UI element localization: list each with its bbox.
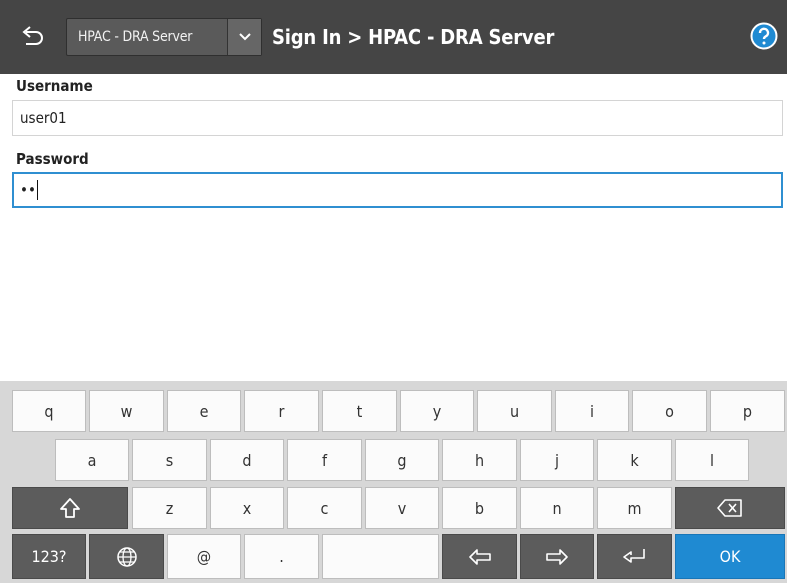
password-value: •• [20, 181, 36, 199]
key-period[interactable]: . [244, 534, 319, 579]
key-f[interactable]: f [287, 439, 362, 481]
key-o[interactable]: o [632, 390, 707, 432]
space-key[interactable] [322, 534, 439, 579]
key-x[interactable]: x [210, 487, 284, 529]
key-u[interactable]: u [477, 390, 552, 432]
username-label: Username [16, 77, 93, 95]
back-button[interactable] [12, 18, 54, 56]
key-c[interactable]: c [287, 487, 362, 529]
key-i[interactable]: i [555, 390, 629, 432]
key-r[interactable]: r [244, 390, 319, 432]
help-icon [750, 22, 778, 50]
key-e[interactable]: e [167, 390, 241, 432]
ok-button[interactable]: OK [675, 534, 785, 579]
key-g[interactable]: g [365, 439, 439, 481]
enter-icon [622, 548, 645, 563]
top-bar: HPAC - DRA Server Sign In > HPAC - DRA S… [0, 0, 787, 74]
username-field[interactable]: user01 [12, 100, 783, 136]
server-select-value: HPAC - DRA Server [78, 29, 193, 45]
right-arrow-icon [546, 548, 568, 565]
key-d[interactable]: d [210, 439, 284, 481]
cursor-left-key[interactable] [442, 534, 517, 579]
page-title: Sign In > HPAC - DRA Server [272, 25, 555, 49]
globe-icon [116, 546, 137, 567]
back-icon [22, 26, 43, 45]
left-arrow-icon [468, 548, 491, 565]
password-label: Password [16, 150, 89, 168]
key-v[interactable]: v [365, 487, 439, 529]
password-field[interactable]: •• [12, 172, 783, 208]
text-caret [36, 180, 38, 200]
key-m[interactable]: m [597, 487, 672, 529]
backspace-icon [717, 499, 742, 517]
language-key[interactable] [89, 534, 164, 579]
key-s[interactable]: s [132, 439, 207, 481]
key-z[interactable]: z [132, 487, 207, 529]
key-q[interactable]: q [12, 390, 86, 432]
key-h[interactable]: h [442, 439, 517, 481]
help-button[interactable] [750, 22, 778, 50]
key-n[interactable]: n [520, 487, 594, 529]
chevron-down-icon[interactable] [227, 19, 261, 55]
key-w[interactable]: w [89, 390, 164, 432]
server-select[interactable]: HPAC - DRA Server [66, 18, 262, 56]
key-a[interactable]: a [55, 439, 129, 481]
shift-key[interactable] [12, 487, 128, 529]
key-b[interactable]: b [442, 487, 517, 529]
key-at[interactable]: @ [167, 534, 241, 579]
enter-key[interactable] [597, 534, 672, 579]
username-value: user01 [20, 109, 67, 127]
mode-123-key[interactable]: 123? [12, 534, 86, 579]
key-p[interactable]: p [710, 390, 785, 432]
key-l[interactable]: l [675, 439, 749, 481]
cursor-right-key[interactable] [520, 534, 594, 579]
key-y[interactable]: y [400, 390, 474, 432]
key-k[interactable]: k [597, 439, 672, 481]
key-j[interactable]: j [520, 439, 594, 481]
backspace-key[interactable] [675, 487, 785, 529]
key-t[interactable]: t [322, 390, 397, 432]
on-screen-keyboard: q w e r t y u i o p a s d f g h j k l z … [0, 381, 787, 583]
shift-icon [60, 498, 80, 518]
